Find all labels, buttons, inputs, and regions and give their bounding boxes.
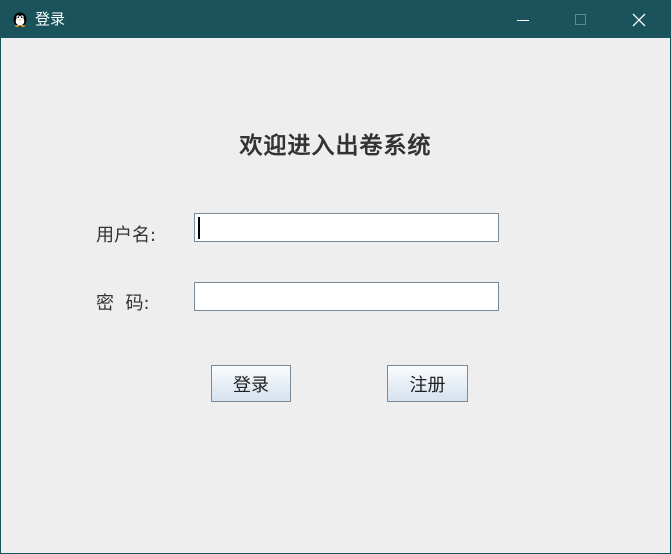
maximize-button[interactable]: [558, 1, 604, 38]
penguin-icon: [12, 11, 28, 27]
login-window: 登录 欢迎进入出卷系统 用户名: 密 码: 登录 注册: [0, 0, 671, 554]
username-label: 用户名:: [96, 225, 157, 246]
minimize-button[interactable]: [500, 1, 546, 38]
register-button[interactable]: 注册: [387, 365, 468, 402]
window-title: 登录: [35, 10, 66, 28]
close-button[interactable]: [616, 1, 662, 38]
maximize-icon: [575, 13, 586, 25]
close-icon: [632, 13, 646, 26]
password-input[interactable]: [194, 282, 499, 311]
page-title: 欢迎进入出卷系统: [239, 133, 432, 159]
text-caret: [198, 217, 200, 239]
login-panel: 欢迎进入出卷系统 用户名: 密 码: 登录 注册: [1, 38, 670, 553]
title-bar[interactable]: 登录: [1, 1, 670, 38]
minimize-icon: [517, 19, 529, 21]
password-label: 密 码:: [96, 293, 150, 314]
username-input[interactable]: [194, 213, 499, 242]
login-button[interactable]: 登录: [211, 365, 291, 402]
